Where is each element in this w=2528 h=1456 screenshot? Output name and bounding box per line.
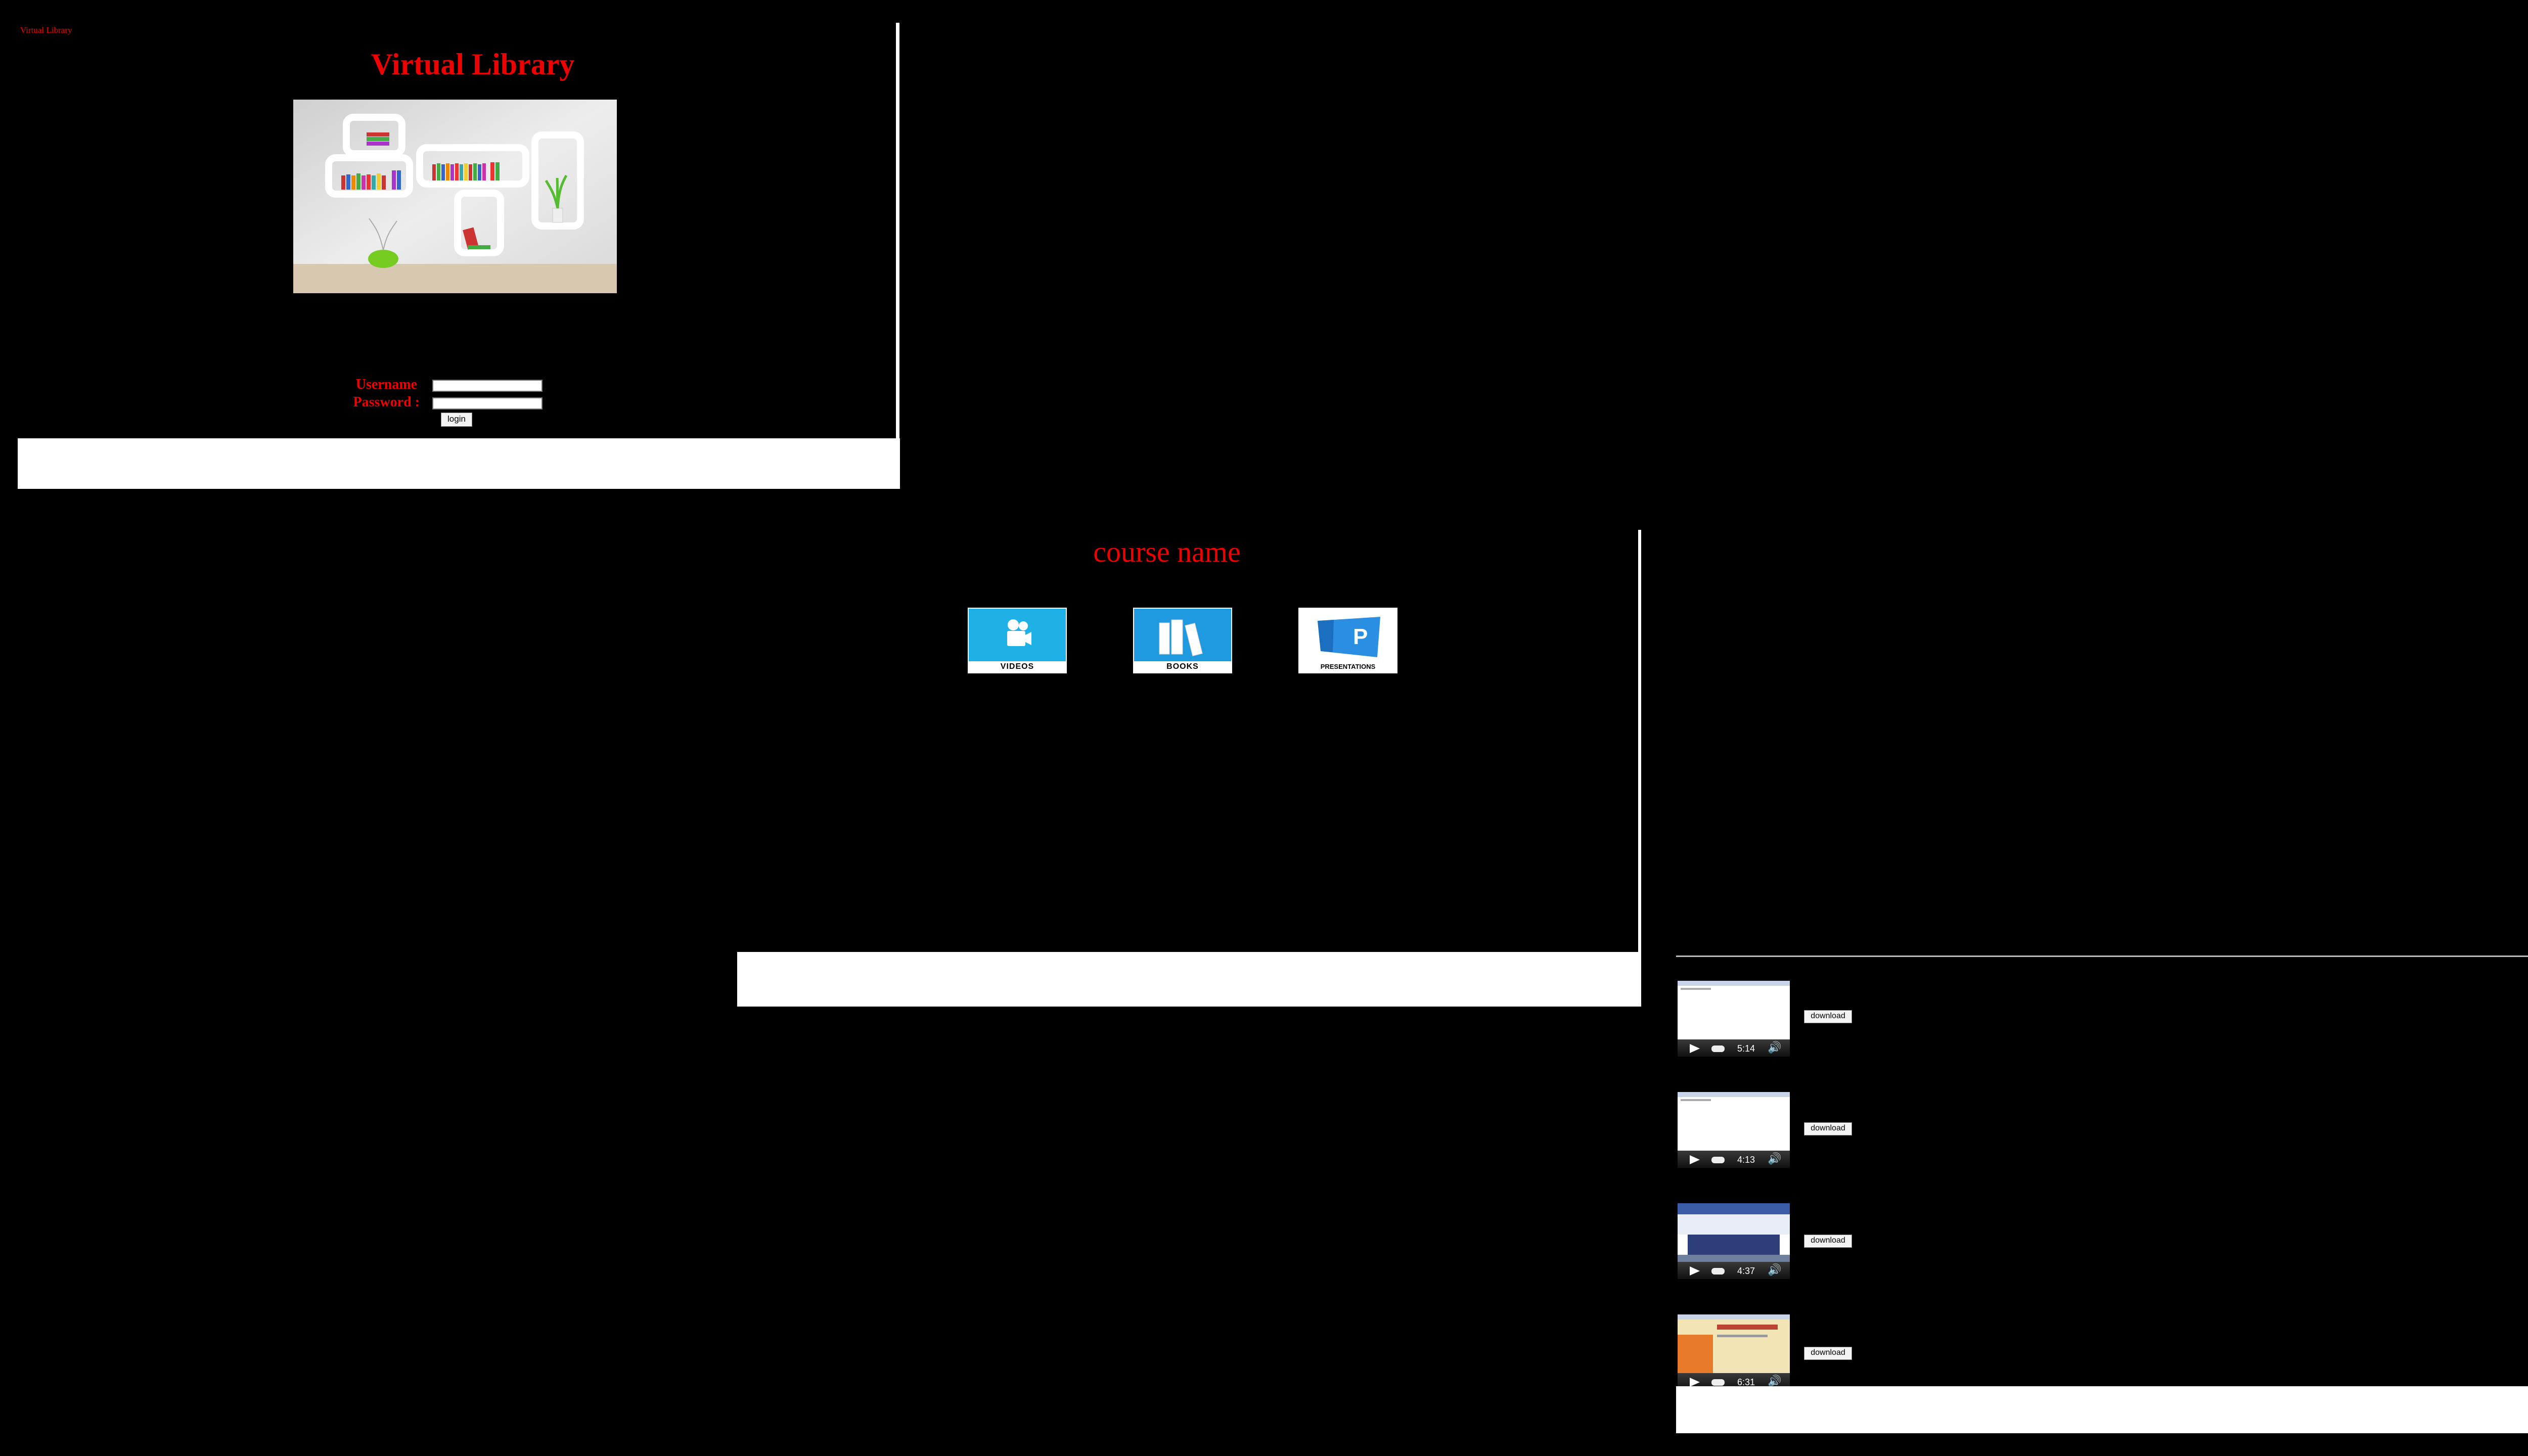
captions-icon[interactable]: [1711, 1157, 1725, 1163]
password-input[interactable]: [432, 397, 543, 410]
download-button[interactable]: download: [1804, 1235, 1852, 1248]
window-border: [896, 23, 899, 440]
volume-icon[interactable]: 🔊: [1768, 1264, 1781, 1277]
volume-icon[interactable]: 🔊: [1768, 1153, 1781, 1165]
video-player[interactable]: 6:31 🔊: [1678, 1314, 1790, 1390]
video-duration: 5:14: [1737, 1043, 1755, 1054]
course-window: course name VIDEOS BOOKS P PRESENTATIONS: [737, 530, 1641, 1008]
videos-tile-label: VIDEOS: [969, 661, 1066, 672]
page-title: Virtual Library: [371, 48, 575, 81]
download-button[interactable]: download: [1804, 1122, 1852, 1135]
video-controls: 4:13 🔊: [1678, 1151, 1790, 1168]
video-player[interactable]: 4:37 🔊: [1678, 1203, 1790, 1279]
presentation-icon: P: [1318, 617, 1380, 657]
download-button[interactable]: download: [1804, 1347, 1852, 1360]
login-window: Virtual Library Virtual Library Username…: [18, 23, 900, 489]
video-duration: 4:13: [1737, 1155, 1755, 1165]
play-icon[interactable]: [1690, 1266, 1700, 1276]
video-camera-icon: [1007, 619, 1031, 646]
play-icon[interactable]: [1690, 1044, 1700, 1053]
presentations-tile-label: PRESENTATIONS: [1299, 661, 1396, 672]
page-footer: [1676, 1386, 2528, 1433]
video-controls: 4:37 🔊: [1678, 1262, 1790, 1279]
captions-icon[interactable]: [1711, 1045, 1725, 1052]
video-duration: 4:37: [1737, 1266, 1755, 1276]
window-border: [1676, 956, 2528, 957]
username-label: Username: [355, 377, 417, 392]
volume-icon[interactable]: 🔊: [1768, 1041, 1781, 1054]
videos-tile[interactable]: VIDEOS: [968, 608, 1067, 673]
bookshelf-image: [293, 100, 617, 293]
captions-icon[interactable]: [1711, 1379, 1725, 1386]
video-player[interactable]: 5:14 🔊: [1678, 981, 1790, 1057]
books-icon: [1159, 619, 1203, 657]
course-title: course name: [1093, 535, 1241, 568]
page-footer: [18, 438, 900, 489]
username-input[interactable]: [432, 380, 543, 392]
play-icon[interactable]: [1690, 1155, 1700, 1164]
window-title: Virtual Library: [20, 25, 72, 35]
play-icon[interactable]: [1690, 1378, 1700, 1387]
window-border: [1638, 530, 1641, 953]
download-button[interactable]: download: [1804, 1010, 1852, 1023]
svg-text:P: P: [1353, 624, 1368, 649]
password-label: Password :: [353, 394, 420, 410]
video-controls: 5:14 🔊: [1678, 1039, 1790, 1057]
books-tile[interactable]: BOOKS: [1133, 608, 1232, 673]
books-tile-label: BOOKS: [1134, 661, 1231, 672]
page-footer: [737, 952, 1641, 1007]
login-button[interactable]: login: [441, 413, 472, 427]
video-player[interactable]: 4:13 🔊: [1678, 1092, 1790, 1168]
presentations-tile[interactable]: P PRESENTATIONS: [1298, 608, 1397, 673]
video-list-window: 5:14 🔊 download 4:13 🔊 download 4:37 🔊 d…: [1676, 956, 2528, 1433]
captions-icon[interactable]: [1711, 1268, 1725, 1275]
